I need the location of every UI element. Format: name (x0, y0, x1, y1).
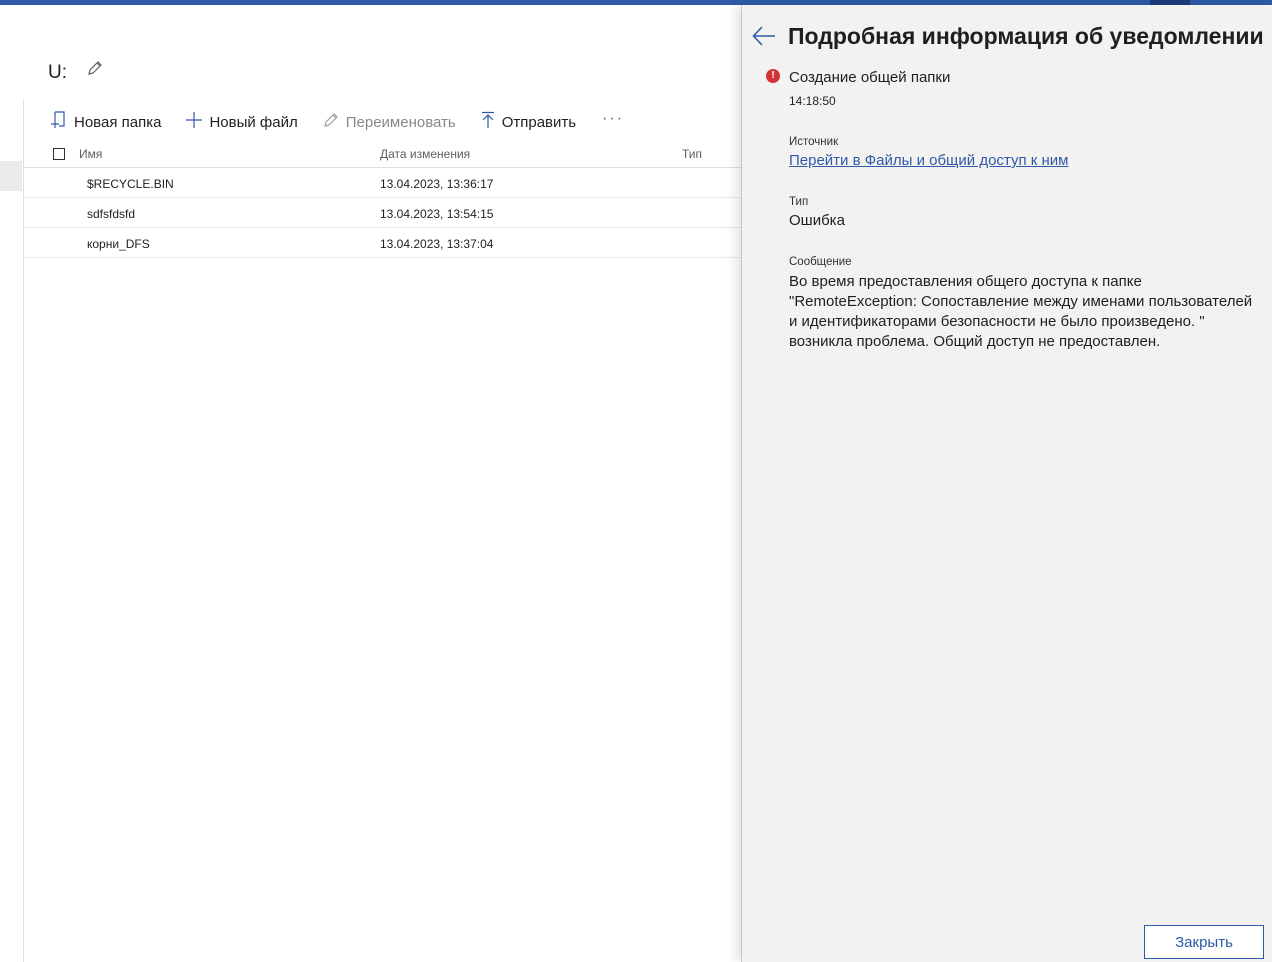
notification-time: 14:18:50 (789, 94, 836, 108)
table-row[interactable]: корни_DFS 13.04.2023, 13:37:04 (24, 228, 741, 258)
message-text: Во время предоставления общего доступа к… (789, 273, 1253, 350)
close-button[interactable]: Закрыть (1144, 925, 1264, 959)
drive-title: U: (48, 62, 67, 83)
new-folder-button[interactable]: Новая папка (50, 110, 161, 134)
column-header-type[interactable]: Тип (682, 147, 702, 161)
left-rail-selected-item[interactable] (0, 161, 22, 191)
new-folder-label: Новая папка (74, 113, 162, 131)
column-header-modified[interactable]: Дата изменения (380, 147, 470, 161)
file-name: корни_DFS (87, 237, 150, 251)
pencil-icon[interactable] (86, 59, 104, 77)
file-list: Имя Дата изменения Тип $RECYCLE.BIN 13.0… (24, 140, 741, 258)
file-modified: 13.04.2023, 13:54:15 (380, 207, 494, 221)
new-file-label: Новый файл (209, 113, 298, 131)
command-bar: Новая папка Новый файл Переименовать Отп… (50, 109, 624, 135)
file-list-header: Имя Дата изменения Тип (24, 140, 741, 168)
file-modified: 13.04.2023, 13:36:17 (380, 177, 494, 191)
upload-icon (480, 111, 502, 133)
new-file-button[interactable]: Новый файл (185, 111, 298, 133)
plus-icon (185, 111, 209, 133)
more-options-button[interactable]: ··· (602, 110, 624, 128)
back-arrow-icon[interactable] (750, 22, 778, 50)
error-icon: ! (766, 69, 780, 83)
select-all-checkbox[interactable] (53, 148, 65, 160)
type-value: Ошибка (789, 212, 845, 229)
column-header-name[interactable]: Имя (79, 147, 102, 161)
source-link[interactable]: Перейти в Файлы и общий доступ к ним (789, 152, 1068, 169)
rename-button[interactable]: Переименовать (322, 111, 456, 133)
upload-button[interactable]: Отправить (480, 111, 576, 133)
file-modified: 13.04.2023, 13:37:04 (380, 237, 494, 251)
rename-label: Переименовать (345, 113, 456, 131)
source-label: Источник (789, 136, 839, 148)
file-name: sdfsfdsfd (87, 207, 136, 221)
notification-title: Создание общей папки (789, 69, 951, 86)
panel-title: Подробная информация об уведомлении (788, 23, 1264, 49)
file-name: $RECYCLE.BIN (87, 177, 174, 191)
table-row[interactable]: sdfsfdsfd 13.04.2023, 13:54:15 (24, 198, 741, 228)
table-row[interactable]: $RECYCLE.BIN 13.04.2023, 13:36:17 (24, 168, 741, 198)
type-label: Тип (789, 196, 809, 208)
upload-label: Отправить (501, 113, 577, 131)
message-label: Сообщение (789, 256, 852, 268)
notification-details-panel: Подробная информация об уведомлении ! Со… (741, 5, 1272, 962)
rename-pencil-icon (322, 111, 346, 133)
new-folder-icon (50, 110, 74, 134)
